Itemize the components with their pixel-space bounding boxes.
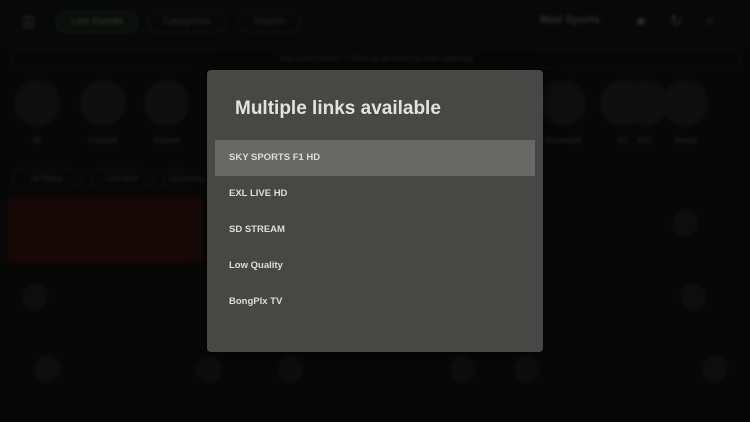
dialog-title: Multiple links available (235, 98, 441, 119)
link-option-4[interactable]: Low Quality (215, 248, 535, 284)
link-option-1[interactable]: SKY SPORTS F1 HD (215, 140, 535, 176)
link-option-5[interactable]: BongPlx TV (215, 284, 535, 320)
link-option-2[interactable]: EXL LIVE HD (215, 176, 535, 212)
link-option-3[interactable]: SD STREAM (215, 212, 535, 248)
link-selection-dialog: Multiple links available SKY SPORTS F1 H… (207, 70, 543, 352)
